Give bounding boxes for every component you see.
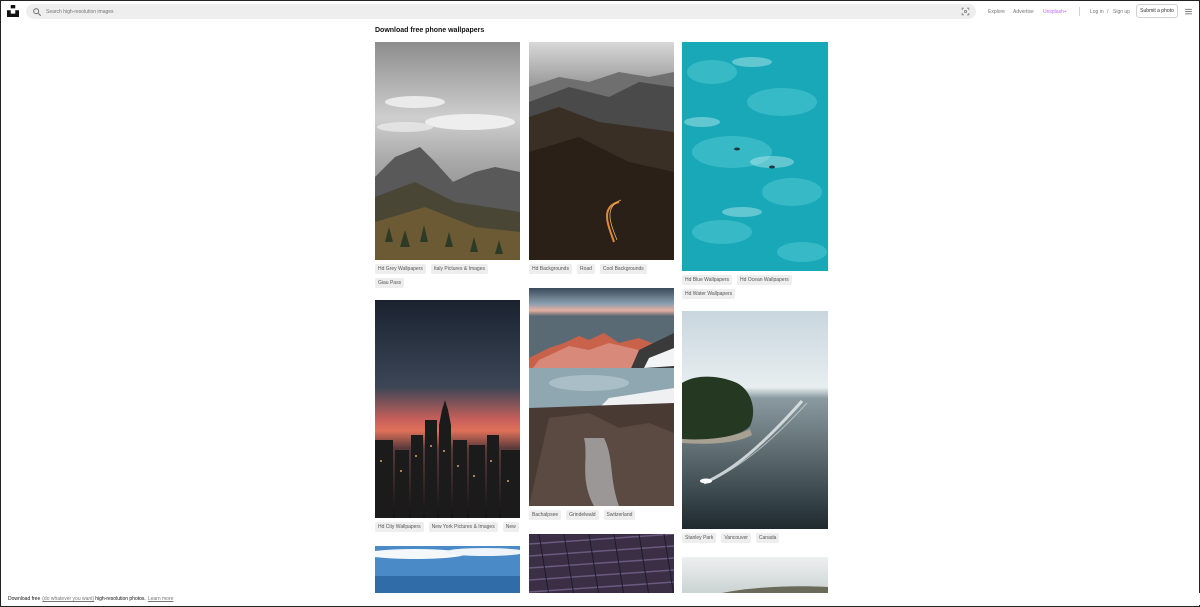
footer-suffix: high-resolution photos. [95, 596, 146, 602]
photo-5-tags: Bachalpsee Grindelwald Switzerland [529, 510, 675, 520]
photo-boat-island[interactable] [682, 311, 828, 529]
signup-link[interactable]: Sign up [1113, 9, 1130, 15]
tag-chip[interactable]: Hd Grey Wallpapers [375, 264, 426, 274]
tag-chip[interactable]: Hd Backgrounds [529, 264, 572, 274]
learn-more-link[interactable]: Learn more [148, 596, 174, 602]
photo-city-sunset[interactable] [375, 300, 520, 518]
tag-chip[interactable]: Hd Blue Wallpapers [682, 275, 733, 285]
search-input[interactable] [46, 8, 926, 15]
photo-6-tags: Stanley Park Vancouver Canada [682, 533, 828, 543]
tag-chip[interactable]: Stanley Park [682, 533, 717, 543]
tag-chip[interactable]: Hd Ocean Wallpapers [737, 275, 792, 285]
nav-advertise-link[interactable]: Advertise [1013, 9, 1034, 15]
search-bar[interactable] [26, 4, 976, 19]
photo-alpine-lake[interactable] [529, 288, 674, 506]
photo-valley-road[interactable] [529, 42, 674, 260]
photo-2-tags: Hd Backgrounds Road Cool Backgrounds [529, 264, 675, 274]
photo-4-tags: Hd City Wallpapers New York Pictures & I… [375, 522, 521, 532]
visual-search-icon[interactable] [961, 7, 970, 16]
tag-chip[interactable]: Switzerland [603, 510, 636, 520]
tag-chip[interactable]: Hd City Wallpapers [375, 522, 424, 532]
tag-chip[interactable]: New York Pictures & Images [428, 522, 498, 532]
photo-ocean-aerial[interactable] [682, 42, 828, 271]
nav-advertise[interactable]: Advertise [1013, 1, 1034, 22]
tag-chip[interactable]: Road [576, 264, 595, 274]
photo-abstract-facade[interactable] [529, 534, 674, 596]
tag-chip[interactable]: Hd Water Wallpapers [682, 289, 736, 299]
footer-bar: Download free (do whatever you want) hig… [2, 593, 1200, 605]
photo-3-tags: Hd Blue Wallpapers Hd Ocean Wallpapers H… [682, 275, 828, 299]
nav-unsplash-plus-link[interactable]: Unsplash+ [1043, 9, 1067, 15]
nav-explore-link[interactable]: Explore [988, 9, 1005, 15]
search-icon[interactable] [32, 7, 42, 17]
photo-mountain-grey[interactable] [375, 42, 520, 260]
nav-divider [1079, 7, 1080, 16]
footer-prefix: Download free [8, 596, 41, 602]
tag-chip[interactable]: Canada [755, 533, 780, 543]
nav-slash: / [1107, 1, 1108, 22]
photo-1-tags: Hd Grey Wallpapers Italy Pictures & Imag… [375, 264, 521, 288]
tag-chip[interactable]: Grindelwald [566, 510, 599, 520]
tag-chip[interactable]: Vancouver [721, 533, 751, 543]
tag-chip[interactable]: New [502, 522, 519, 532]
page-title: Download free phone wallpapers [375, 27, 485, 34]
submit-photo-button[interactable]: Submit a photo [1136, 4, 1178, 18]
footer-license-link[interactable]: (do whatever you want) [42, 596, 94, 602]
photo-coastline[interactable] [682, 557, 828, 596]
nav-slash-text: / [1107, 8, 1109, 15]
nav-explore[interactable]: Explore [988, 1, 1005, 22]
login-link[interactable]: Log in [1090, 9, 1104, 15]
submit-photo-label: Submit a photo [1140, 8, 1174, 14]
tag-chip[interactable]: Cool Backgrounds [599, 264, 647, 274]
nav-unsplash-plus[interactable]: Unsplash+ [1043, 1, 1067, 22]
hamburger-menu-icon[interactable] [1184, 7, 1193, 16]
nav-login[interactable]: Log in [1090, 1, 1104, 22]
unsplash-logo-icon[interactable] [7, 5, 19, 17]
tag-chip[interactable]: Italy Pictures & Images [430, 264, 488, 274]
tag-chip[interactable]: Bachalpsee [529, 510, 562, 520]
photo-sky-clouds[interactable] [375, 546, 520, 596]
top-navbar: Explore Advertise Unsplash+ Log in / Sig… [1, 1, 1199, 22]
tag-chip[interactable]: Giau Pass [375, 278, 405, 288]
nav-signup[interactable]: Sign up [1113, 1, 1130, 22]
